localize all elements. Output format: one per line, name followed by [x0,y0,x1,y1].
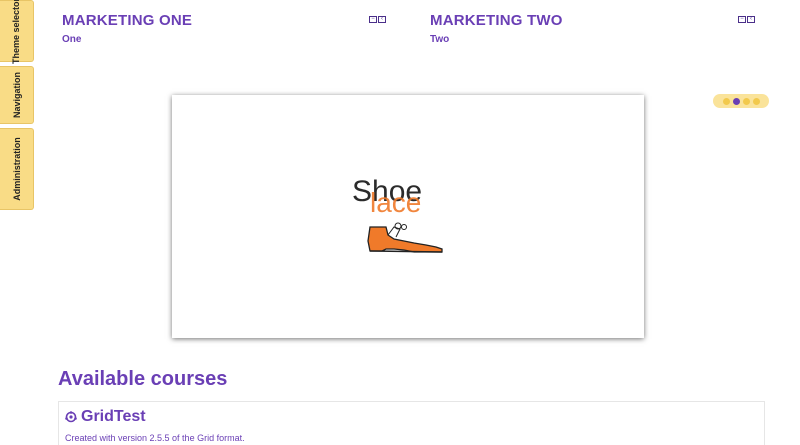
marketing-subtitle: Two [430,34,450,45]
dock-tab-administration[interactable]: Administration [0,128,34,210]
marketing-block-two: MARKETING TWO Two [430,12,563,45]
dock-tab-label: Theme selector [11,0,22,65]
marketing-one-controls: − ‹ [369,16,386,23]
marketing-block-one: MARKETING ONE One [62,12,192,45]
available-courses-heading: Available courses [58,368,228,390]
course-icon [65,411,77,423]
course-description: Created with version 2.5.5 of the Grid f… [65,433,245,443]
collapse-icon[interactable]: ‹ [747,16,755,23]
marketing-title: MARKETING ONE [62,12,193,29]
course-item: GridTest Created with version 2.5.5 of t… [58,401,765,445]
dock-tab-navigation[interactable]: Navigation [0,66,34,124]
orange-shoe-image [367,222,443,253]
course-link[interactable]: GridTest [65,408,146,426]
slider-dot[interactable] [752,97,760,105]
marketing-subtitle: One [62,34,82,45]
dock-tab-label: Administration [11,137,22,201]
slider-dot-active[interactable] [732,97,740,105]
slider-pagination [713,94,769,108]
slider-dot[interactable] [742,97,750,105]
slider-dot[interactable] [722,97,730,105]
marketing-title: MARKETING TWO [430,12,563,29]
marketing-two-controls: − ‹ [738,16,755,23]
slideshow-slide[interactable]: Shoe lace [172,95,644,338]
minimize-icon[interactable]: − [738,16,746,23]
dock-tab-theme-selector[interactable]: Theme selector [0,0,34,65]
course-name: GridTest [81,408,146,425]
dock-tab-label: Navigation [11,71,22,119]
collapse-icon[interactable]: ‹ [378,16,386,23]
minimize-icon[interactable]: − [369,16,377,23]
slide-text-lace: lace [370,187,422,218]
